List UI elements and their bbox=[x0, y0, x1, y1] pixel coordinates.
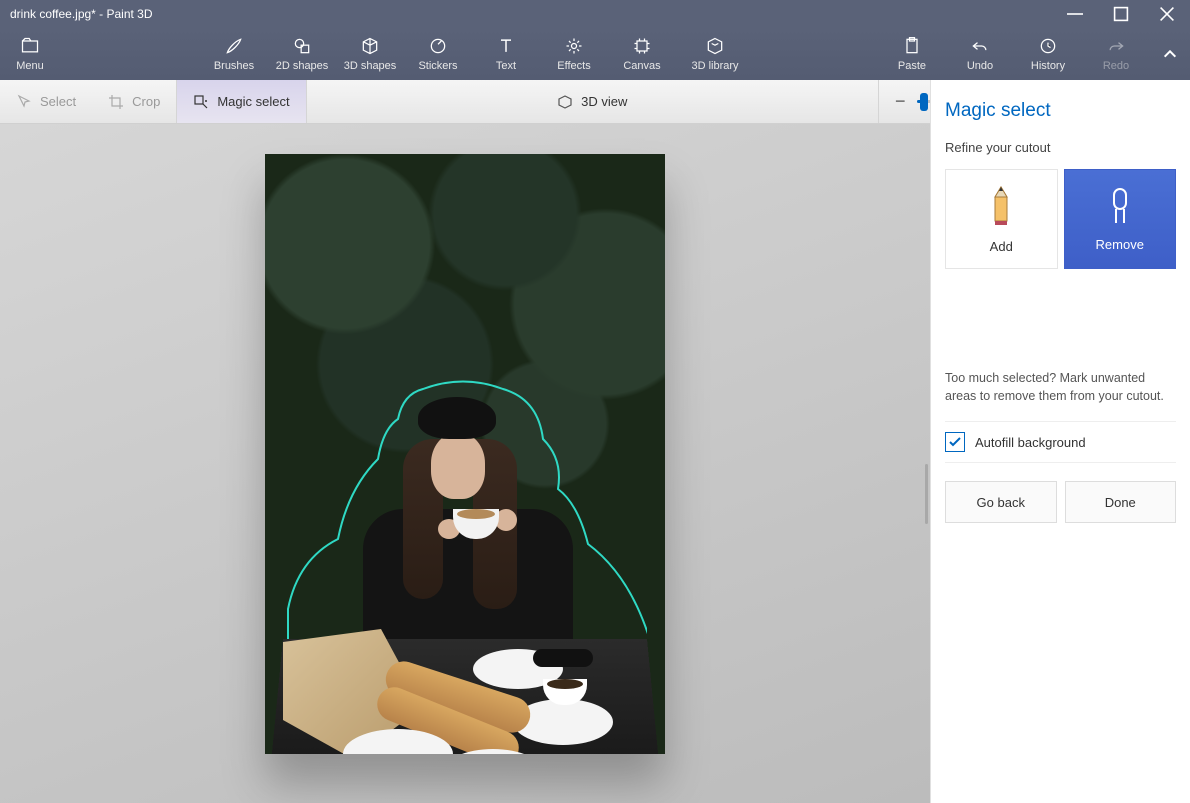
checkbox[interactable] bbox=[945, 432, 965, 452]
3d-library-button[interactable]: 3D library bbox=[676, 28, 754, 80]
sticker-icon bbox=[428, 36, 448, 56]
library-label: 3D library bbox=[691, 60, 738, 72]
paste-icon bbox=[902, 36, 922, 56]
shapes3d-label: 3D shapes bbox=[344, 60, 397, 72]
window-title: drink coffee.jpg* - Paint 3D bbox=[10, 7, 153, 21]
maximize-icon bbox=[1113, 6, 1129, 22]
brushes-button[interactable]: Brushes bbox=[200, 28, 268, 80]
2d-shapes-button[interactable]: 2D shapes bbox=[268, 28, 336, 80]
brush-icon bbox=[224, 36, 244, 56]
chevron-up-icon bbox=[1162, 46, 1178, 62]
library-icon bbox=[705, 36, 725, 56]
help-text: Too much selected? Mark unwanted areas t… bbox=[945, 369, 1176, 405]
pencil-icon bbox=[989, 185, 1013, 229]
magic-select-icon bbox=[193, 94, 209, 110]
effects-label: Effects bbox=[557, 60, 590, 72]
done-button[interactable]: Done bbox=[1065, 481, 1177, 523]
side-panel: Magic select Refine your cutout Add Remo… bbox=[930, 80, 1190, 803]
check-icon bbox=[948, 435, 962, 449]
history-label: History bbox=[1031, 60, 1065, 72]
3d-view-toggle[interactable]: 3D view bbox=[557, 94, 627, 110]
undo-icon bbox=[970, 36, 990, 56]
canvas-image[interactable] bbox=[265, 154, 665, 754]
crop-icon bbox=[108, 94, 124, 110]
menu-button[interactable]: Menu bbox=[0, 28, 60, 80]
ribbon: Menu Brushes 2D shapes 3D shapes Sticker… bbox=[0, 28, 1190, 80]
workspace[interactable] bbox=[0, 124, 930, 803]
effects-icon bbox=[564, 36, 584, 56]
face bbox=[431, 433, 485, 499]
stickers-label: Stickers bbox=[418, 60, 457, 72]
cube-icon bbox=[360, 36, 380, 56]
folder-icon bbox=[20, 36, 40, 56]
remove-label: Remove bbox=[1096, 237, 1144, 252]
select-tool[interactable]: Select bbox=[0, 80, 92, 123]
close-icon bbox=[1159, 6, 1175, 22]
3d-shapes-button[interactable]: 3D shapes bbox=[336, 28, 404, 80]
magic-select-label: Magic select bbox=[217, 94, 289, 109]
shapes2d-label: 2D shapes bbox=[276, 60, 329, 72]
hat bbox=[418, 397, 496, 439]
title-bar: drink coffee.jpg* - Paint 3D bbox=[0, 0, 1190, 28]
select-label: Select bbox=[40, 94, 76, 109]
magic-select-tool[interactable]: Magic select bbox=[177, 80, 305, 123]
minimize-icon bbox=[1067, 6, 1083, 22]
magic-select-cutout bbox=[283, 379, 647, 754]
text-icon bbox=[496, 36, 516, 56]
collapse-ribbon-button[interactable] bbox=[1150, 28, 1190, 80]
shapes-2d-icon bbox=[292, 36, 312, 56]
undo-label: Undo bbox=[967, 60, 993, 72]
close-button[interactable] bbox=[1144, 0, 1190, 28]
menu-label: Menu bbox=[16, 60, 44, 72]
redo-button: Redo bbox=[1082, 28, 1150, 80]
remove-tool-button[interactable]: Remove bbox=[1064, 169, 1177, 269]
cursor-icon bbox=[16, 94, 32, 110]
canvas-label: Canvas bbox=[623, 60, 660, 72]
redo-icon bbox=[1106, 36, 1126, 56]
panel-title: Magic select bbox=[945, 100, 1176, 122]
paste-label: Paste bbox=[898, 60, 926, 72]
zoom-out-button[interactable]: − bbox=[895, 91, 906, 112]
text-label: Text bbox=[496, 60, 516, 72]
redo-label: Redo bbox=[1103, 60, 1129, 72]
stickers-button[interactable]: Stickers bbox=[404, 28, 472, 80]
history-button[interactable]: History bbox=[1014, 28, 1082, 80]
scrollbar[interactable] bbox=[925, 464, 928, 524]
add-tool-button[interactable]: Add bbox=[945, 169, 1058, 269]
canvas-icon bbox=[632, 36, 652, 56]
effects-button[interactable]: Effects bbox=[540, 28, 608, 80]
maximize-button[interactable] bbox=[1098, 0, 1144, 28]
crop-label: Crop bbox=[132, 94, 160, 109]
text-button[interactable]: Text bbox=[472, 28, 540, 80]
autofill-checkbox-row[interactable]: Autofill background bbox=[945, 421, 1176, 463]
history-icon bbox=[1038, 36, 1058, 56]
go-back-button[interactable]: Go back bbox=[945, 481, 1057, 523]
add-label: Add bbox=[990, 239, 1013, 254]
refine-label: Refine your cutout bbox=[945, 140, 1176, 155]
go-back-label: Go back bbox=[977, 495, 1025, 510]
done-label: Done bbox=[1105, 495, 1136, 510]
eraser-icon bbox=[1106, 187, 1134, 227]
sunglasses bbox=[533, 649, 593, 667]
paste-button[interactable]: Paste bbox=[878, 28, 946, 80]
3d-view-label: 3D view bbox=[581, 94, 627, 109]
undo-button[interactable]: Undo bbox=[946, 28, 1014, 80]
autofill-label: Autofill background bbox=[975, 435, 1086, 450]
brushes-label: Brushes bbox=[214, 60, 254, 72]
canvas-button[interactable]: Canvas bbox=[608, 28, 676, 80]
crop-tool[interactable]: Crop bbox=[92, 80, 176, 123]
minimize-button[interactable] bbox=[1052, 0, 1098, 28]
3d-view-icon bbox=[557, 94, 573, 110]
